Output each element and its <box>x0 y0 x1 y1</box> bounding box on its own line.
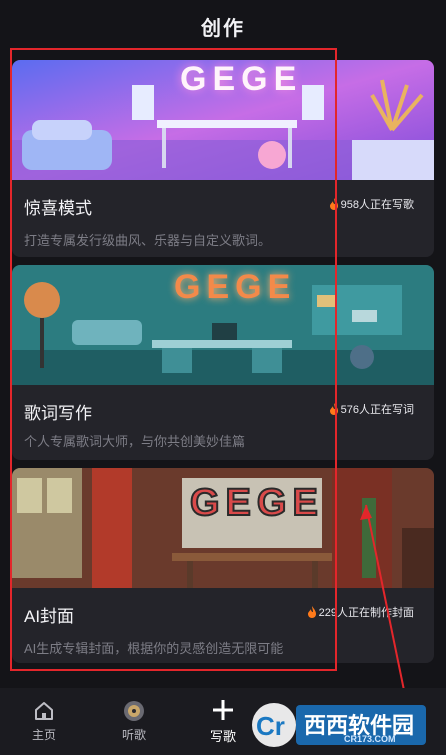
card-ai-cover[interactable]: GEGE AI封面 229人正在制作封面 AI生成专辑封面，根据你的灵感创造无限… <box>12 468 434 663</box>
nav-home-label: 主页 <box>31 728 56 742</box>
card-title: 歌词写作 <box>24 404 92 423</box>
card-image-surprise: GEGE <box>12 60 434 180</box>
watermark-domain: CR173.COM <box>344 734 396 744</box>
page-title: 创作 <box>201 17 245 40</box>
nav-home[interactable]: 主页 <box>14 700 74 743</box>
nav-listen[interactable]: 听歌 <box>104 700 164 743</box>
card-description: AI生成专辑封面，根据你的灵感创造无限可能 <box>24 641 284 656</box>
card-stat-text: 576人正在写词 <box>340 404 414 416</box>
card-stat-text: 229人正在制作封面 <box>318 607 414 619</box>
header: 创作 <box>0 0 446 52</box>
watermark: Cr 西西软件园 CR173.COM <box>248 700 428 750</box>
card-art-text: GEGE <box>180 60 303 98</box>
card-title: 惊喜模式 <box>24 199 92 218</box>
card-stat-text: 958人正在写歌 <box>340 199 414 211</box>
vinyl-avatar-icon <box>124 701 144 721</box>
nav-write[interactable]: 写歌 <box>193 698 253 745</box>
card-art-text: GEGE <box>174 268 297 306</box>
card-stat: 229人正在制作封面 <box>307 604 414 620</box>
svg-text:Cr: Cr <box>256 711 285 741</box>
card-image-cover: GEGE <box>12 468 434 588</box>
card-title: AI封面 <box>24 607 75 626</box>
card-lyric-writing[interactable]: GEGE 歌词写作 576人正在写词 个人专属歌词大师，与你共创美妙佳篇 <box>12 265 434 460</box>
flame-icon <box>307 606 316 618</box>
home-icon <box>35 702 53 720</box>
card-image-lyric: GEGE <box>12 265 434 385</box>
nav-listen-label: 听歌 <box>121 728 146 742</box>
card-surprise-mode[interactable]: GEGE 惊喜模式 958人正在写歌 打造专属发行级曲风、乐器与自定义歌词。 <box>12 60 434 257</box>
flame-icon <box>329 198 338 210</box>
card-stat: 958人正在写歌 <box>329 196 414 212</box>
nav-write-label: 写歌 <box>209 729 236 744</box>
flame-icon <box>329 403 338 415</box>
card-description: 个人专属歌词大师，与你共创美妙佳篇 <box>24 434 246 449</box>
card-art-text: GEGE <box>189 481 324 525</box>
plus-icon <box>213 700 233 720</box>
card-stat: 576人正在写词 <box>329 401 414 417</box>
card-description: 打造专属发行级曲风、乐器与自定义歌词。 <box>24 233 272 248</box>
